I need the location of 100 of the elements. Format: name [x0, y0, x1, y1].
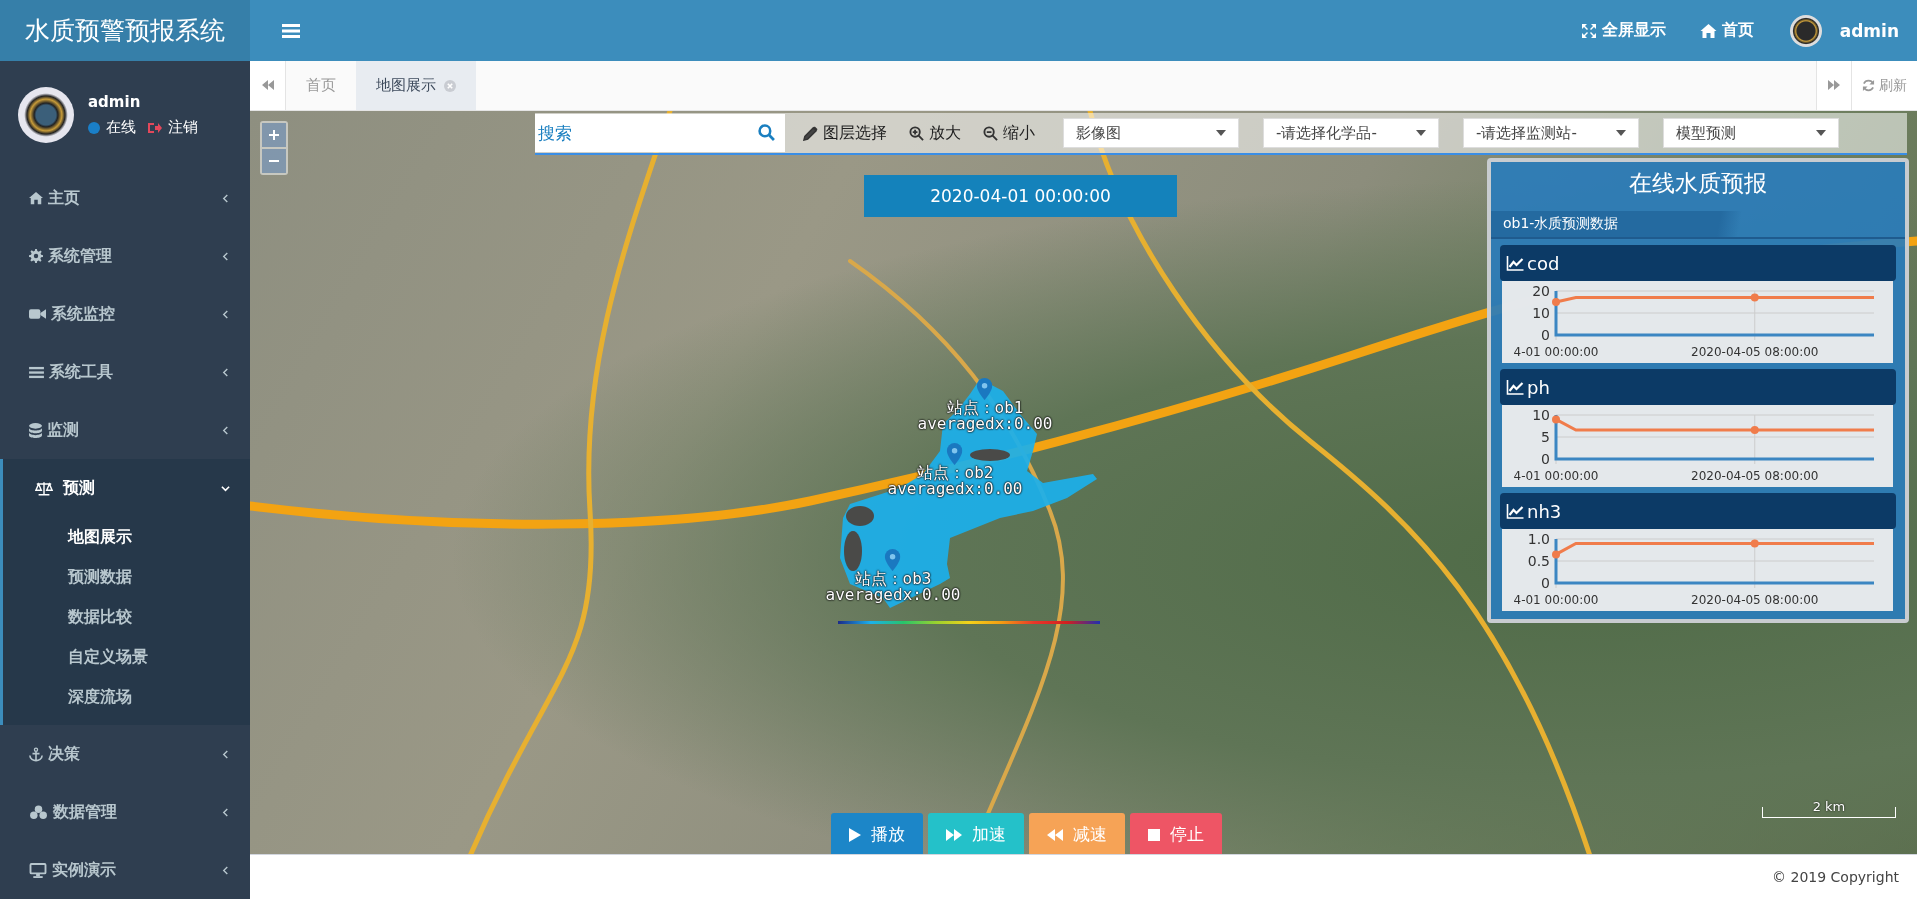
axis-tick-label: 10 — [1532, 305, 1550, 321]
search-icon[interactable] — [758, 124, 775, 141]
user-name: admin — [88, 93, 142, 111]
axis-tick-label: 0.5 — [1527, 553, 1550, 569]
monitor-icon — [29, 862, 47, 878]
map-tool-button[interactable]: 放大 — [905, 122, 965, 144]
sidebar-item[interactable]: 数据管理 — [3, 783, 250, 841]
data-point — [1750, 293, 1759, 302]
logout-icon — [148, 121, 162, 134]
tab[interactable]: 地图展示 — [356, 61, 476, 110]
chevron-left-icon — [221, 367, 230, 377]
user-name[interactable]: admin — [1839, 20, 1899, 41]
sidebar-item[interactable]: 预测 — [3, 459, 250, 517]
line-chart-icon — [1506, 379, 1525, 395]
sidebar-item[interactable]: 系统监控 — [3, 285, 250, 343]
station-value: averagedx:0.00 — [887, 481, 1023, 497]
panel-title: 在线水质预报 — [1628, 169, 1768, 198]
dropdown-select[interactable]: 模型预测 — [1663, 118, 1839, 148]
caret-icon — [1816, 130, 1826, 136]
scroll-left-button[interactable] — [250, 61, 286, 110]
line-chart-icon — [1506, 255, 1525, 271]
scroll-right-button[interactable] — [1816, 61, 1852, 110]
dropdown-select[interactable]: 影像图 — [1063, 118, 1239, 148]
chevron-left-icon — [221, 749, 230, 759]
close-icon[interactable] — [444, 79, 456, 92]
data-point — [1552, 415, 1560, 424]
data-point — [1750, 539, 1759, 548]
sidebar-subitem[interactable]: 深度流场 — [3, 677, 250, 717]
data-point — [1552, 298, 1560, 306]
data-point — [1552, 550, 1560, 559]
user-avatar[interactable] — [1789, 14, 1822, 47]
pencil-icon — [803, 125, 818, 141]
fullscreen-button[interactable]: 全屏显示 — [1572, 20, 1674, 41]
chevron-left-icon — [221, 193, 230, 203]
logout-button[interactable]: 注销 — [142, 118, 198, 137]
caret-icon — [1216, 130, 1226, 136]
line-chart-icon — [1506, 503, 1525, 519]
chevron-left-icon — [221, 425, 230, 435]
cubes-icon — [29, 804, 48, 820]
sidebar-item[interactable]: 实例演示 — [3, 841, 250, 899]
chevron-left-icon — [221, 807, 230, 817]
stop-icon — [1148, 828, 1160, 841]
station-label: 站点：ob3 — [854, 571, 932, 587]
home-icon — [29, 191, 43, 205]
sidebar-subitem[interactable]: 数据比较 — [3, 597, 250, 637]
sidebar-subitem[interactable]: 自定义场景 — [3, 637, 250, 677]
sidebar-item[interactable]: 系统工具 — [3, 343, 250, 401]
chevron-left-icon — [221, 309, 230, 319]
refresh-icon — [1862, 79, 1875, 92]
balance-scale-icon — [35, 480, 53, 496]
dropdown-select[interactable]: -请选择监测站- — [1463, 118, 1639, 148]
playback-button[interactable]: 播放 — [831, 813, 923, 854]
dark-patch — [846, 506, 874, 526]
copyright-text: © 2019 Copyright — [1772, 869, 1899, 885]
sidebar-item[interactable]: 主页 — [3, 169, 250, 227]
chevron-down-icon — [221, 483, 230, 493]
sidebar-subitem[interactable]: 地图展示 — [3, 517, 250, 557]
video-camera-icon — [29, 308, 46, 320]
dark-patch — [844, 531, 862, 571]
chart-title: nh3 — [1527, 500, 1562, 522]
app-title: 水质预警预报系统 — [25, 15, 225, 47]
map-tool-button[interactable]: 图层选择 — [799, 122, 891, 144]
axis-tick-label: 20 — [1532, 283, 1550, 299]
zoom-in-icon — [909, 125, 924, 141]
map-pin-icon[interactable] — [977, 378, 993, 400]
zoom-out-button[interactable] — [262, 149, 286, 173]
axis-tick-label: 2020-04-05 08:00:00 — [1691, 593, 1819, 607]
map-pin-icon[interactable] — [947, 443, 963, 465]
sidebar-item[interactable]: 决策 — [3, 725, 250, 783]
playback-button[interactable]: 停止 — [1130, 813, 1222, 854]
axis-tick-label: 1.0 — [1527, 531, 1550, 547]
menu-icon[interactable] — [282, 22, 300, 39]
chevron-left-icon — [221, 865, 230, 875]
online-status-icon — [88, 121, 100, 134]
home-icon — [1699, 22, 1717, 39]
axis-tick-label: 2020-04-05 08:00:00 — [1691, 469, 1819, 483]
double-left-icon — [261, 80, 274, 90]
zoom-in-button[interactable] — [262, 123, 286, 147]
data-point — [1750, 425, 1759, 434]
axis-tick-label: 5 — [1541, 429, 1550, 445]
sidebar-subitem[interactable]: 预测数据 — [3, 557, 250, 597]
axis-tick-label: 2020-04-05 08:00:00 — [1691, 345, 1819, 359]
dropdown-select[interactable]: -请选择化学品- — [1263, 118, 1439, 148]
caret-icon — [1416, 130, 1426, 136]
home-button[interactable]: 首页 — [1691, 20, 1762, 41]
sidebar-item[interactable]: 系统管理 — [3, 227, 250, 285]
chart-title: cod — [1527, 252, 1560, 274]
caret-icon — [1616, 130, 1626, 136]
map-pin-icon[interactable] — [885, 549, 901, 571]
expand-icon — [1580, 22, 1597, 39]
settings-icon — [29, 249, 43, 263]
search-field[interactable]: 搜索 — [535, 114, 785, 152]
axis-tick-label: 10 — [1532, 407, 1550, 423]
axis-tick-label: 4-01 00:00:00 — [1513, 469, 1599, 483]
sidebar-item[interactable]: 监测 — [3, 401, 250, 459]
database-icon — [29, 422, 42, 438]
map-tool-button[interactable]: 缩小 — [979, 122, 1039, 144]
plus-icon — [269, 130, 279, 140]
list-icon — [29, 365, 44, 379]
double-right-icon — [1828, 80, 1840, 90]
